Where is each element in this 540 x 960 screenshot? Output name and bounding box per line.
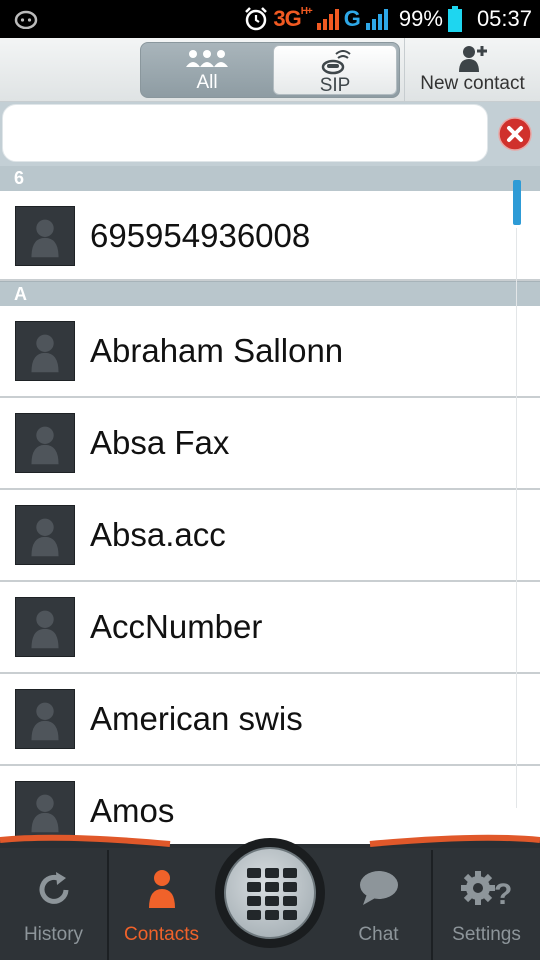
dialpad-grid-icon <box>247 868 297 920</box>
segment-sip-button[interactable]: SIP <box>273 45 397 96</box>
sip-phone-icon <box>321 50 351 75</box>
top-toolbar: All SIP New contact <box>0 38 540 102</box>
contact-name: Absa Fax <box>90 424 230 461</box>
person-silhouette-icon <box>15 781 75 841</box>
contact-name: AccNumber <box>90 608 263 645</box>
signal-bars-icon <box>365 9 388 30</box>
person-silhouette-icon <box>15 321 75 381</box>
scrollbar-thumb[interactable] <box>513 180 521 225</box>
nav-contacts-label: Contacts <box>124 924 199 945</box>
network-type-label: 3GH+ <box>273 6 312 31</box>
section-header: 6 <box>0 166 540 191</box>
person-icon <box>148 870 175 908</box>
contact-name: 695954936008 <box>90 217 311 254</box>
segment-sip-label: SIP <box>319 75 351 96</box>
second-network-label: G <box>343 6 361 31</box>
search-input[interactable] <box>2 104 488 162</box>
svg-text:?: ? <box>494 878 512 911</box>
cat-face-icon <box>14 10 38 29</box>
contacts-filter-segmented-control: All SIP <box>140 42 400 98</box>
person-silhouette-icon <box>15 505 75 565</box>
person-silhouette-icon <box>15 689 75 749</box>
gears-question-icon: ? <box>460 871 512 911</box>
person-silhouette-icon <box>15 597 75 657</box>
person-silhouette-icon <box>15 206 75 266</box>
nav-history-label: History <box>23 924 84 945</box>
add-person-icon <box>458 46 487 72</box>
segment-all-button[interactable]: All <box>143 45 271 95</box>
list-item[interactable]: American swis <box>0 674 540 766</box>
status-time: 05:37 <box>476 6 532 31</box>
contact-list[interactable]: 6 695954936008 A Abraham Sallonn Absa Fa… <box>0 166 540 856</box>
scrollbar-track <box>516 228 517 808</box>
battery-icon <box>447 6 462 32</box>
list-item[interactable]: Abraham Sallonn <box>0 306 540 398</box>
bottom-nav: History Contacts Chat ? Settings <box>0 834 540 960</box>
group-people-icon <box>186 50 228 67</box>
nav-history-button[interactable]: History <box>0 848 107 960</box>
alarm-clock-icon <box>245 7 268 31</box>
nav-chat-button[interactable]: Chat <box>326 848 431 960</box>
contact-name: Abraham Sallonn <box>90 332 344 369</box>
section-header: A <box>0 281 540 306</box>
dialpad-button[interactable] <box>215 838 325 948</box>
contact-name: Absa.acc <box>90 516 226 553</box>
list-item[interactable]: Absa.acc <box>0 490 540 582</box>
segment-all-label: All <box>196 72 218 93</box>
dialpad-button-face <box>224 847 316 939</box>
refresh-history-icon <box>39 872 68 904</box>
chat-bubble-icon <box>359 871 398 905</box>
list-item[interactable]: AccNumber <box>0 582 540 674</box>
status-bar: 3GH+ G 99% 05:37 <box>0 0 540 38</box>
list-item[interactable]: 695954936008 <box>0 191 540 281</box>
new-contact-label: New contact <box>420 73 525 94</box>
clear-x-icon[interactable] <box>498 117 532 151</box>
nav-contacts-button[interactable]: Contacts <box>109 848 214 960</box>
person-silhouette-icon <box>15 413 75 473</box>
nav-settings-label: Settings <box>452 924 521 945</box>
nav-settings-button[interactable]: ? Settings <box>433 848 540 960</box>
contact-name: American swis <box>90 700 303 737</box>
search-row <box>0 102 540 166</box>
nav-chat-label: Chat <box>358 924 399 945</box>
list-item[interactable]: Absa Fax <box>0 398 540 490</box>
signal-bars-icon <box>316 9 339 30</box>
battery-percent: 99% <box>398 6 443 31</box>
new-contact-button[interactable]: New contact <box>404 38 540 101</box>
